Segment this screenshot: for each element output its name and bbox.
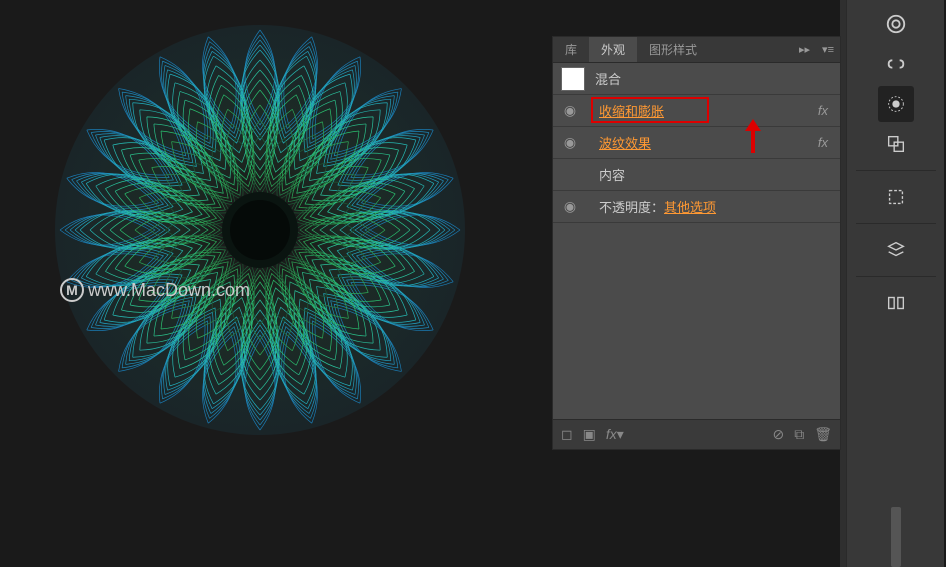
tab-appearance[interactable]: 外观 <box>589 37 637 62</box>
watermark-text: www.MacDown.com <box>88 280 250 301</box>
delete-item-icon[interactable]: 🗑 <box>814 426 832 443</box>
effect-row-zigzag[interactable]: ◉ 波纹效果 fx <box>553 127 840 159</box>
dock-libraries-icon[interactable] <box>878 285 914 321</box>
panel-body: 混合 ◉ 收缩和膨胀 fx ◉ 波纹效果 fx 内容 ◉ 不透明度： 其他选 <box>553 63 840 419</box>
dock-layers-icon[interactable] <box>878 232 914 268</box>
fx-badge[interactable]: fx <box>818 103 832 118</box>
opacity-row[interactable]: ◉ 不透明度： 其他选项 <box>553 191 840 223</box>
fx-badge[interactable]: fx <box>818 135 832 150</box>
right-dock <box>846 0 944 567</box>
dock-slider[interactable] <box>891 507 901 567</box>
dock-graphic-styles-icon[interactable] <box>878 126 914 162</box>
effect-row-pucker-bloat[interactable]: ◉ 收缩和膨胀 fx <box>553 95 840 127</box>
add-fill-icon[interactable]: ▣ <box>583 426 596 443</box>
panel-empty-area <box>553 223 840 419</box>
appearance-header-row[interactable]: 混合 <box>553 63 840 95</box>
opacity-prefix: 不透明度： <box>599 197 664 216</box>
content-row[interactable]: 内容 <box>553 159 840 191</box>
clear-appearance-icon[interactable]: ⊘ <box>772 426 784 443</box>
add-effect-icon[interactable]: fx▾ <box>606 426 624 443</box>
panel-collapse-icon[interactable]: ▸▸ <box>793 37 816 62</box>
panel-menu-icon[interactable]: ▾≡ <box>816 37 840 62</box>
visibility-eye-icon[interactable]: ◉ <box>561 198 579 215</box>
watermark: M www.MacDown.com <box>60 278 250 302</box>
tab-graphic-styles[interactable]: 图形样式 <box>637 37 709 62</box>
panel-tabs: 库 外观 图形样式 ▸▸ ▾≡ <box>553 37 840 63</box>
visibility-eye-icon[interactable]: ◉ <box>561 134 579 151</box>
opacity-value[interactable]: 其他选项 <box>664 197 716 216</box>
appearance-swatch[interactable] <box>561 67 585 91</box>
dock-cc-logo-icon[interactable] <box>878 46 914 82</box>
add-stroke-icon[interactable]: ◻ <box>561 426 573 443</box>
visibility-eye-icon[interactable]: ◉ <box>561 102 579 119</box>
appearance-panel: 库 外观 图形样式 ▸▸ ▾≡ 混合 ◉ 收缩和膨胀 fx ◉ 波纹效果 fx <box>552 36 841 450</box>
watermark-icon: M <box>60 278 84 302</box>
dock-appearance-icon[interactable] <box>878 86 914 122</box>
artwork-flower[interactable] <box>50 20 470 440</box>
duplicate-item-icon[interactable]: ⧉ <box>794 426 804 443</box>
dock-artboards-icon[interactable] <box>878 179 914 215</box>
effect-label-pucker-bloat[interactable]: 收缩和膨胀 <box>599 101 818 120</box>
content-label: 内容 <box>599 165 832 184</box>
dock-creative-cloud-icon[interactable] <box>878 6 914 42</box>
effect-label-zigzag[interactable]: 波纹效果 <box>599 133 818 152</box>
canvas-area[interactable]: M www.MacDown.com <box>0 0 550 567</box>
panel-footer: ◻ ▣ fx▾ ⊘ ⧉ 🗑 <box>553 419 840 449</box>
appearance-header-label: 混合 <box>595 69 832 88</box>
tab-library[interactable]: 库 <box>553 37 589 62</box>
